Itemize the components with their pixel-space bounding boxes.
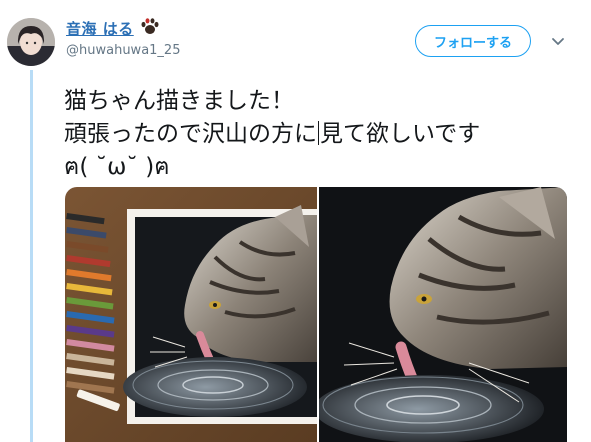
- tweet-line-2: 頑張ったので沢山の方に 見て欲しいです: [64, 118, 564, 151]
- paw-print-icon: [140, 18, 160, 39]
- user-name-row: 音海 はる: [66, 18, 160, 39]
- follow-button[interactable]: フォローする: [415, 25, 531, 57]
- tweet-line-2-a: 頑張ったので沢山の方に: [64, 121, 317, 147]
- display-name[interactable]: 音海 はる: [66, 18, 134, 39]
- user-handle[interactable]: @huwahuwa1_25: [66, 43, 180, 58]
- tweet-text: 猫ちゃん描きました！ 頑張ったので沢山の方に 見て欲しいです ฅ( ˘ω˘ )ฅ: [64, 85, 564, 184]
- tweet-line-1: 猫ちゃん描きました！: [64, 88, 294, 114]
- user-avatar-icon: [7, 18, 55, 66]
- photo-left[interactable]: [65, 187, 319, 442]
- thread-line: [30, 70, 33, 442]
- tweet-line-3: ฅ( ˘ω˘ )ฅ: [64, 154, 170, 180]
- photo-right[interactable]: [319, 187, 567, 442]
- cat-drawing-photo-icon: [65, 187, 317, 442]
- text-caret: [318, 121, 319, 145]
- avatar[interactable]: [7, 18, 55, 66]
- media-grid: [65, 187, 567, 442]
- tweet-line-2-b: 見て欲しいです: [320, 121, 481, 147]
- chevron-down-icon[interactable]: [550, 34, 566, 48]
- cat-drawing-closeup-photo-icon: [319, 187, 567, 442]
